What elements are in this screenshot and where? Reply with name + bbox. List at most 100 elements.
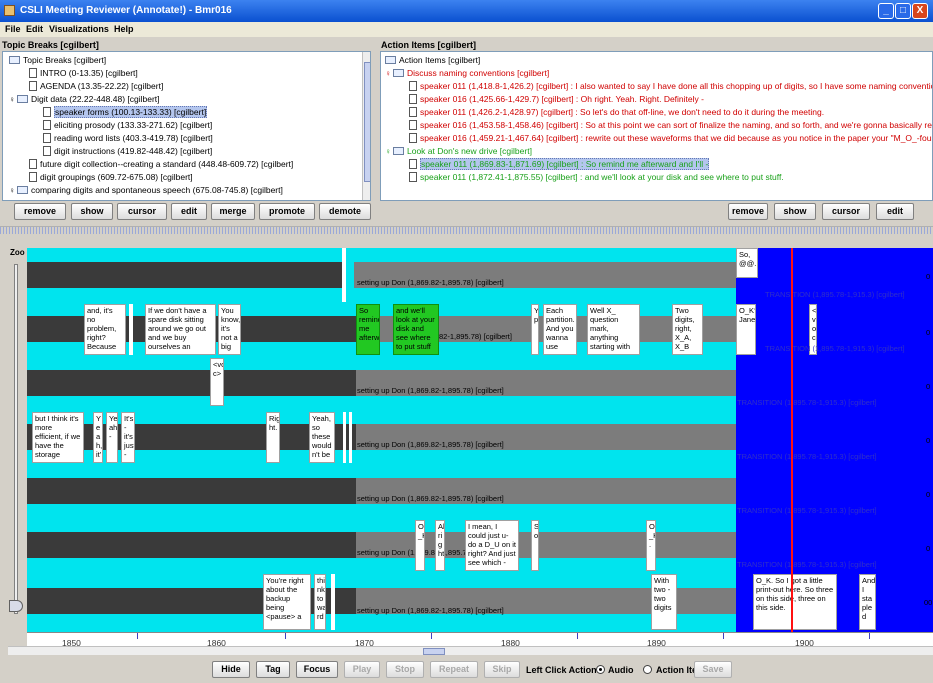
skip-button[interactable]: Skip (484, 661, 520, 678)
expand-key-icon[interactable]: ♀ (385, 146, 392, 158)
speaker-row[interactable]: <vo c> setting up Don (1,869.82-1,895.78… (27, 356, 933, 411)
speech-box[interactable]: I mean, I could just u- do a D_U on it r… (465, 520, 519, 571)
play-button[interactable]: Play (344, 661, 380, 678)
action-group[interactable]: ♀ Discuss naming conventions [cgilbert] (385, 67, 549, 79)
panel-splitter[interactable] (0, 226, 933, 234)
speaker-row[interactable]: setting up Don (1,869.82-1,895.78) [cgil… (27, 248, 933, 303)
speech-box[interactable]: O_K. So I got a little print-out here. S… (753, 574, 837, 630)
speech-box[interactable]: O _K . (646, 520, 656, 571)
speaker-row[interactable]: setting up Don (1,869.82-1,895.78) [cgil… (27, 464, 933, 519)
action-item[interactable]: speaker 011 (1,418.8-1,426.2) [cgilbert]… (409, 80, 932, 92)
speech-box[interactable]: Rig ht. (266, 412, 280, 463)
action-item[interactable]: speaker 011 (1,872.41-1,875.55) [cgilber… (409, 171, 784, 183)
speech-box[interactable]: You're right about the backup being <pau… (263, 574, 311, 630)
zoom-slider[interactable] (8, 248, 26, 632)
speech-box[interactable]: Al ri g ht (435, 520, 445, 571)
topic-edit-button[interactable]: edit (171, 203, 207, 220)
close-button[interactable]: X (912, 3, 928, 19)
speech-box[interactable]: O _K (415, 520, 425, 571)
speech-box[interactable]: You know, it's not a big (218, 304, 241, 355)
scroll-thumb[interactable] (364, 62, 370, 182)
tree-item[interactable]: AGENDA (13.35-22.22) [cgilbert] (29, 80, 163, 92)
tree-item[interactable]: eliciting prosody (133.33-271.62) [cgilb… (43, 119, 212, 131)
tree-item[interactable]: reading word lists (403.3-419.78) [cgilb… (43, 132, 213, 144)
speaker-row[interactable]: and, it's no problem, right? Because If … (27, 302, 933, 357)
speaker-row[interactable]: but I think it's more efficient, if we h… (27, 410, 933, 465)
topic-merge-button[interactable]: merge (211, 203, 255, 220)
speech-box[interactable]: O_K? Jane? (736, 304, 756, 355)
speech-box[interactable]: It's - it's just - (121, 412, 135, 463)
action-show-button[interactable]: show (774, 203, 816, 220)
expand-key-icon[interactable]: ♀ (385, 68, 392, 80)
action-item-selected[interactable]: speaker 011 (1,869.83-1,871.69) [cgilber… (409, 158, 710, 170)
action-item[interactable]: speaker 016 (1,453.58-1,458.46) [cgilber… (409, 119, 932, 131)
speech-box[interactable]: thi nk to wa rd (314, 574, 326, 630)
minimize-button[interactable]: _ (878, 3, 894, 19)
menu-file[interactable]: File (5, 24, 21, 34)
speech-box[interactable]: S o. (531, 520, 539, 571)
hide-button[interactable]: Hide (212, 661, 250, 678)
topic-demote-button[interactable]: demote (319, 203, 371, 220)
topic-vertical-scrollbar[interactable] (362, 52, 370, 200)
timeline-view[interactable]: setting up Don (1,869.82-1,895.78) [cgil… (27, 248, 933, 632)
repeat-button[interactable]: Repeat (430, 661, 478, 678)
speech-box[interactable]: With two - two digits (651, 574, 677, 630)
action-remove-button[interactable]: remove (728, 203, 768, 220)
menu-visualizations[interactable]: Visualizations (49, 24, 109, 34)
tree-item[interactable]: Topic Breaks [cgilbert] (9, 54, 106, 66)
tree-item-selected[interactable]: speaker forms (100.13-133.33) [cgilbert] (43, 106, 208, 118)
row-edge-label: 0 (926, 544, 931, 553)
speech-box[interactable]: and, it's no problem, right? Because (84, 304, 126, 355)
speech-box-action[interactable]: and we'll look at your disk and see wher… (393, 304, 439, 355)
tree-item[interactable]: ♀ Digit data (22.22-448.48) [cgilbert] (9, 93, 160, 105)
action-item[interactable]: speaker 016 (1,459.21-1,467.64) [cgilber… (409, 132, 932, 144)
speech-box[interactable]: Y e a h, it' (93, 412, 103, 463)
speech-box[interactable]: Yeah, so these would n't be (309, 412, 335, 463)
speaker-row[interactable]: You're right about the backup being <pau… (27, 572, 933, 632)
zoom-handle[interactable] (9, 600, 23, 612)
tree-item[interactable]: INTRO (0-13.35) [cgilbert] (29, 67, 138, 79)
action-item[interactable]: speaker 016 (1,425.66-1,429.7) [cgilbert… (409, 93, 704, 105)
action-item-radio[interactable] (643, 665, 652, 674)
tree-item[interactable]: ♀ comparing digits and spontaneous speech… (9, 184, 283, 196)
speech-box-action[interactable]: So remind me afterward (356, 304, 380, 355)
speech-box[interactable]: <vo c> (210, 358, 224, 406)
tag-button[interactable]: Tag (256, 661, 290, 678)
tree-item[interactable]: digit instructions (419.82-448.42) [cgil… (43, 145, 212, 157)
speaker-row[interactable]: setting up Don (1,869.82-1,895.78) [cgil… (27, 518, 933, 573)
speech-box[interactable]: Ye ah - (106, 412, 118, 463)
menu-help[interactable]: Help (114, 24, 134, 34)
speech-box[interactable]: Each partition. And you wanna use (543, 304, 577, 355)
tree-item[interactable]: digit groupings (609.72-675.08) [cgilber… (29, 171, 193, 183)
save-button[interactable]: Save (694, 661, 732, 678)
tree-item[interactable]: Action Items [cgilbert] (385, 54, 480, 66)
expand-key-icon[interactable]: ♀ (9, 94, 16, 106)
audio-radio-label: Audio (608, 665, 634, 675)
topic-show-button[interactable]: show (71, 203, 113, 220)
topic-cursor-button[interactable]: cursor (117, 203, 167, 220)
playback-cursor[interactable] (791, 248, 793, 632)
action-edit-button[interactable]: edit (876, 203, 914, 220)
timeline-horizontal-scrollbar[interactable] (8, 646, 933, 655)
speech-box[interactable]: Two digits, right, X_A, X_B (672, 304, 703, 355)
action-group[interactable]: ♀ Look at Don's new drive [cgilbert] (385, 145, 532, 157)
audio-radio[interactable] (596, 665, 605, 674)
speech-box[interactable]: but I think it's more efficient, if we h… (32, 412, 84, 463)
speech-box[interactable]: Well X_ question mark, anything starting… (587, 304, 640, 355)
action-cursor-button[interactable]: cursor (822, 203, 870, 220)
speech-box[interactable]: And I sta ple d (859, 574, 876, 630)
speech-box[interactable]: Ye p (531, 304, 539, 355)
maximize-button[interactable]: □ (895, 3, 911, 19)
document-icon (29, 172, 37, 182)
speech-box[interactable]: So, @@. (736, 248, 758, 278)
speech-box[interactable]: If we don't have a spare disk sitting ar… (145, 304, 216, 355)
scroll-thumb[interactable] (423, 648, 445, 655)
action-item[interactable]: speaker 011 (1,426.2-1,428.97) [cgilbert… (409, 106, 824, 118)
menu-edit[interactable]: Edit (26, 24, 43, 34)
expand-key-icon[interactable]: ♀ (9, 185, 16, 197)
focus-button[interactable]: Focus (296, 661, 338, 678)
tree-item[interactable]: future digit collection--creating a stan… (29, 158, 293, 170)
topic-promote-button[interactable]: promote (259, 203, 315, 220)
stop-button[interactable]: Stop (386, 661, 424, 678)
topic-remove-button[interactable]: remove (14, 203, 66, 220)
